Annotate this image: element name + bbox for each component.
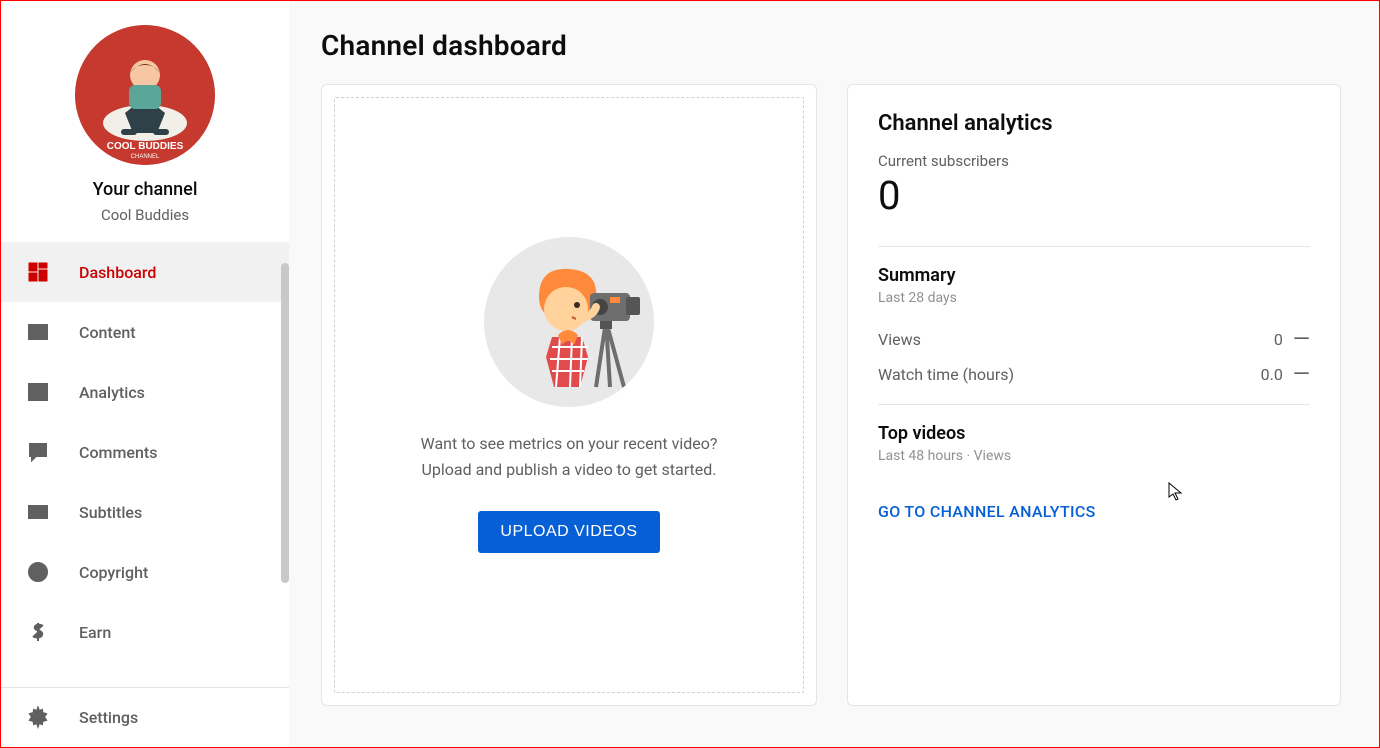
analytics-card: Channel analytics Current subscribers 0 …: [847, 84, 1341, 706]
stat-value: 0: [1274, 330, 1283, 349]
your-channel-label: Your channel: [93, 179, 198, 200]
sidebar-item-earn[interactable]: Earn: [1, 602, 289, 662]
copyright-icon: c: [25, 559, 51, 585]
earn-icon: [25, 619, 51, 645]
top-videos-subtitle: Last 48 hours · Views: [878, 448, 1310, 464]
summary-title: Summary: [878, 265, 1310, 286]
channel-header: COOL BUDDIES CHANNEL Your channel Cool B…: [1, 1, 289, 242]
sidebar-nav: Dashboard Content Analytics Comments: [1, 242, 289, 687]
upload-prompt-line1: Want to see metrics on your recent video…: [421, 431, 718, 457]
channel-name: Cool Buddies: [101, 206, 189, 224]
stat-row-watch-time: Watch time (hours) 0.0 —: [878, 357, 1310, 392]
channel-avatar[interactable]: COOL BUDDIES CHANNEL: [75, 25, 215, 165]
stat-label: Watch time (hours): [878, 365, 1014, 384]
upload-prompt-line2: Upload and publish a video to get starte…: [422, 457, 717, 483]
upload-illustration: [484, 237, 654, 407]
sidebar-item-content[interactable]: Content: [1, 302, 289, 362]
upload-videos-button[interactable]: UPLOAD VIDEOS: [478, 511, 659, 553]
divider: [878, 246, 1310, 247]
upload-card: Want to see metrics on your recent video…: [321, 84, 817, 706]
sidebar: COOL BUDDIES CHANNEL Your channel Cool B…: [1, 1, 289, 747]
sidebar-item-label: Comments: [79, 443, 157, 462]
content-icon: [25, 319, 51, 345]
dashboard-icon: [25, 259, 51, 285]
subscribers-label: Current subscribers: [878, 152, 1310, 170]
sidebar-item-copyright[interactable]: c Copyright: [1, 542, 289, 602]
analytics-icon: [25, 379, 51, 405]
sidebar-item-label: Dashboard: [79, 263, 156, 282]
upload-dropzone[interactable]: Want to see metrics on your recent video…: [334, 97, 804, 693]
stat-value: 0.0: [1261, 365, 1283, 384]
comments-icon: [25, 439, 51, 465]
sidebar-item-label: Copyright: [79, 563, 148, 582]
divider: [878, 404, 1310, 405]
svg-text:c: c: [35, 568, 40, 579]
sidebar-item-label: Settings: [79, 708, 138, 727]
main-content: Channel dashboard: [289, 1, 1379, 747]
sidebar-item-dashboard[interactable]: Dashboard: [1, 242, 289, 302]
sidebar-item-settings[interactable]: Settings: [1, 687, 289, 747]
stat-row-views: Views 0 —: [878, 322, 1310, 357]
subscribers-value: 0: [878, 174, 1310, 218]
sidebar-item-label: Analytics: [79, 383, 145, 402]
sidebar-item-label: Content: [79, 323, 136, 342]
summary-subtitle: Last 28 days: [878, 290, 1310, 306]
gear-icon: [25, 705, 51, 731]
subtitles-icon: [25, 499, 51, 525]
sidebar-item-subtitles[interactable]: Subtitles: [1, 482, 289, 542]
sidebar-scrollbar-thumb[interactable]: [281, 263, 289, 583]
analytics-card-title: Channel analytics: [878, 111, 1310, 136]
page-title: Channel dashboard: [321, 29, 1347, 62]
sidebar-item-comments[interactable]: Comments: [1, 422, 289, 482]
avatar-text-bottom: CHANNEL: [131, 154, 160, 160]
sidebar-item-label: Subtitles: [79, 503, 142, 522]
sidebar-item-analytics[interactable]: Analytics: [1, 362, 289, 422]
stat-label: Views: [878, 330, 921, 349]
top-videos-title: Top videos: [878, 423, 1310, 444]
sidebar-item-label: Earn: [79, 623, 111, 642]
go-to-channel-analytics-link[interactable]: GO TO CHANNEL ANALYTICS: [878, 502, 1096, 521]
avatar-text-top: COOL BUDDIES: [107, 141, 184, 152]
